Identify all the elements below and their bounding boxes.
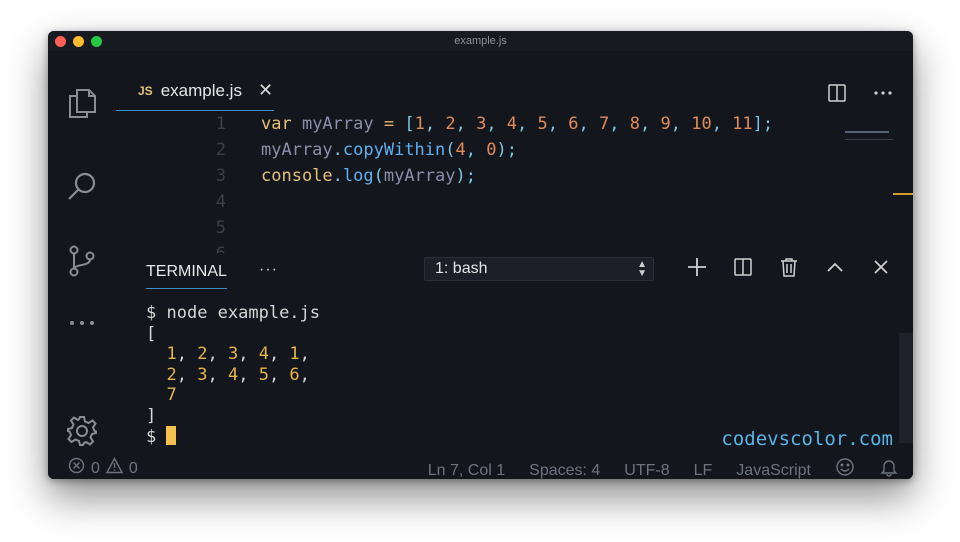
identifier-token: myArray bbox=[291, 114, 384, 134]
status-right: Ln 7, Col 1 Spaces: 4 UTF-8 LF JavaScrip… bbox=[428, 457, 899, 479]
error-icon bbox=[68, 457, 85, 479]
number-token: 8 bbox=[629, 114, 640, 134]
settings-gear-icon[interactable] bbox=[64, 413, 100, 449]
bell-icon[interactable] bbox=[879, 457, 899, 479]
editor-actions bbox=[827, 83, 893, 108]
select-caret-icon: ▲ ▼ bbox=[637, 259, 647, 279]
terminal-line: $ bbox=[146, 426, 320, 447]
source-control-icon[interactable] bbox=[64, 243, 100, 279]
close-panel-icon[interactable] bbox=[871, 257, 891, 282]
terminal-command: node example.js bbox=[166, 303, 321, 323]
tab-filename: example.js bbox=[160, 80, 242, 100]
title-bar: example.js bbox=[48, 31, 913, 51]
tab-terminal[interactable]: TERMINAL bbox=[146, 259, 227, 289]
code-editor[interactable]: 1 var myArray = [1, 2, 3, 4, 5, 6, 7, 8,… bbox=[116, 111, 873, 253]
number-token: 4 bbox=[506, 114, 518, 134]
code-line: 2 myArray.copyWithin(4, 0); bbox=[116, 137, 873, 163]
trash-icon[interactable] bbox=[779, 257, 799, 282]
code-text: var myArray = [1, 2, 3, 4, 5, 6, 7, 8, 9… bbox=[261, 114, 774, 134]
terminal-line: $ node example.js bbox=[146, 303, 321, 323]
number-token: 11 bbox=[732, 114, 753, 134]
minimize-window-button[interactable] bbox=[73, 36, 84, 47]
js-file-icon: JS bbox=[138, 83, 153, 98]
feedback-smiley-icon[interactable] bbox=[835, 457, 855, 479]
cursor-position[interactable]: Ln 7, Col 1 bbox=[428, 460, 505, 480]
number-token: 3 bbox=[476, 114, 487, 134]
number-token: 9 bbox=[660, 114, 671, 134]
more-actions-icon[interactable] bbox=[873, 83, 893, 108]
keyword-token: var bbox=[261, 114, 292, 134]
line-number: 5 bbox=[215, 218, 226, 238]
number-token: 5 bbox=[537, 114, 548, 134]
window-controls bbox=[55, 36, 102, 47]
terminal-line: 2, 3, 4, 5, 6, bbox=[166, 364, 310, 385]
new-terminal-icon[interactable] bbox=[687, 257, 707, 282]
tab-example-js[interactable]: JS example.js ✕ bbox=[116, 71, 274, 111]
code-line: 6 bbox=[116, 241, 873, 253]
code-line: 4 bbox=[116, 189, 873, 215]
number-token: 1 bbox=[414, 114, 425, 134]
panel-actions bbox=[687, 257, 891, 282]
search-icon[interactable] bbox=[64, 169, 100, 205]
terminal-line: [ bbox=[146, 323, 157, 344]
terminal-line: 7 bbox=[166, 385, 177, 405]
operator-token: = bbox=[383, 114, 395, 134]
split-terminal-icon[interactable] bbox=[733, 257, 753, 282]
language-mode[interactable]: JavaScript bbox=[736, 460, 811, 480]
problems-indicator[interactable]: 0 0 bbox=[68, 457, 138, 479]
shell-select-value: 1: bash bbox=[435, 260, 488, 277]
close-window-button[interactable] bbox=[55, 36, 66, 47]
line-number: 1 bbox=[215, 114, 226, 134]
number-token: 6 bbox=[568, 114, 579, 134]
warning-icon bbox=[105, 457, 124, 479]
editor-area: JS example.js ✕ 1 var myArray = [1, 2, 3… bbox=[116, 51, 913, 255]
maximize-panel-icon[interactable] bbox=[825, 257, 845, 282]
terminal-line: 1, 2, 3, 4, 1, bbox=[166, 344, 310, 364]
terminal-scrollbar[interactable] bbox=[899, 333, 913, 443]
line-number: 4 bbox=[215, 192, 226, 212]
line-number: 2 bbox=[215, 140, 226, 160]
code-line: 3 console.log(myArray); bbox=[116, 163, 873, 189]
vscode-window: example.js JS example.js ✕ 1 var myArray… bbox=[48, 31, 913, 479]
number-token: 10 bbox=[691, 114, 712, 134]
panel-more-icon[interactable]: ··· bbox=[259, 261, 278, 279]
terminal-output[interactable]: $ node example.js [ 1, 2, 3, 4, 1, 2, 3,… bbox=[146, 303, 320, 447]
code-line: 5 bbox=[116, 215, 873, 241]
line-number: 6 bbox=[196, 241, 226, 253]
bracket-token: ] bbox=[752, 114, 763, 134]
encoding[interactable]: UTF-8 bbox=[624, 460, 669, 480]
window-title: example.js bbox=[454, 35, 507, 47]
warning-count: 0 bbox=[128, 460, 138, 477]
watermark: codevscolor.com bbox=[721, 428, 893, 450]
line-number: 3 bbox=[215, 166, 226, 186]
number-token: 2 bbox=[445, 114, 456, 134]
function-token: copyWithin bbox=[342, 140, 446, 160]
minimap[interactable] bbox=[845, 129, 893, 143]
terminal-line: ] bbox=[146, 405, 157, 426]
status-bar: 0 0 Ln 7, Col 1 Spaces: 4 UTF-8 LF JavaS… bbox=[48, 457, 913, 479]
code-text: console.log(myArray); bbox=[261, 166, 477, 186]
number-token: 7 bbox=[599, 114, 610, 134]
code-text: myArray.copyWithin(4, 0); bbox=[261, 140, 517, 160]
split-editor-icon[interactable] bbox=[827, 83, 847, 108]
activity-bar bbox=[48, 51, 116, 457]
close-tab-icon[interactable]: ✕ bbox=[258, 80, 273, 101]
terminal-cursor bbox=[166, 426, 177, 445]
function-token: log bbox=[342, 166, 374, 186]
maximize-window-button[interactable] bbox=[91, 36, 102, 47]
end-of-line[interactable]: LF bbox=[694, 460, 713, 480]
terminal-shell-select[interactable]: 1: bash ▲ ▼ bbox=[424, 257, 654, 281]
code-line: 1 var myArray = [1, 2, 3, 4, 5, 6, 7, 8,… bbox=[116, 111, 873, 137]
indentation[interactable]: Spaces: 4 bbox=[529, 460, 600, 480]
more-icon[interactable] bbox=[64, 305, 100, 341]
terminal-panel: TERMINAL ··· 1: bash ▲ ▼ $ node example.… bbox=[116, 255, 913, 457]
error-count: 0 bbox=[91, 460, 100, 477]
scroll-marker bbox=[893, 193, 913, 195]
bracket-token: [ bbox=[404, 114, 415, 134]
files-icon[interactable] bbox=[64, 85, 100, 121]
